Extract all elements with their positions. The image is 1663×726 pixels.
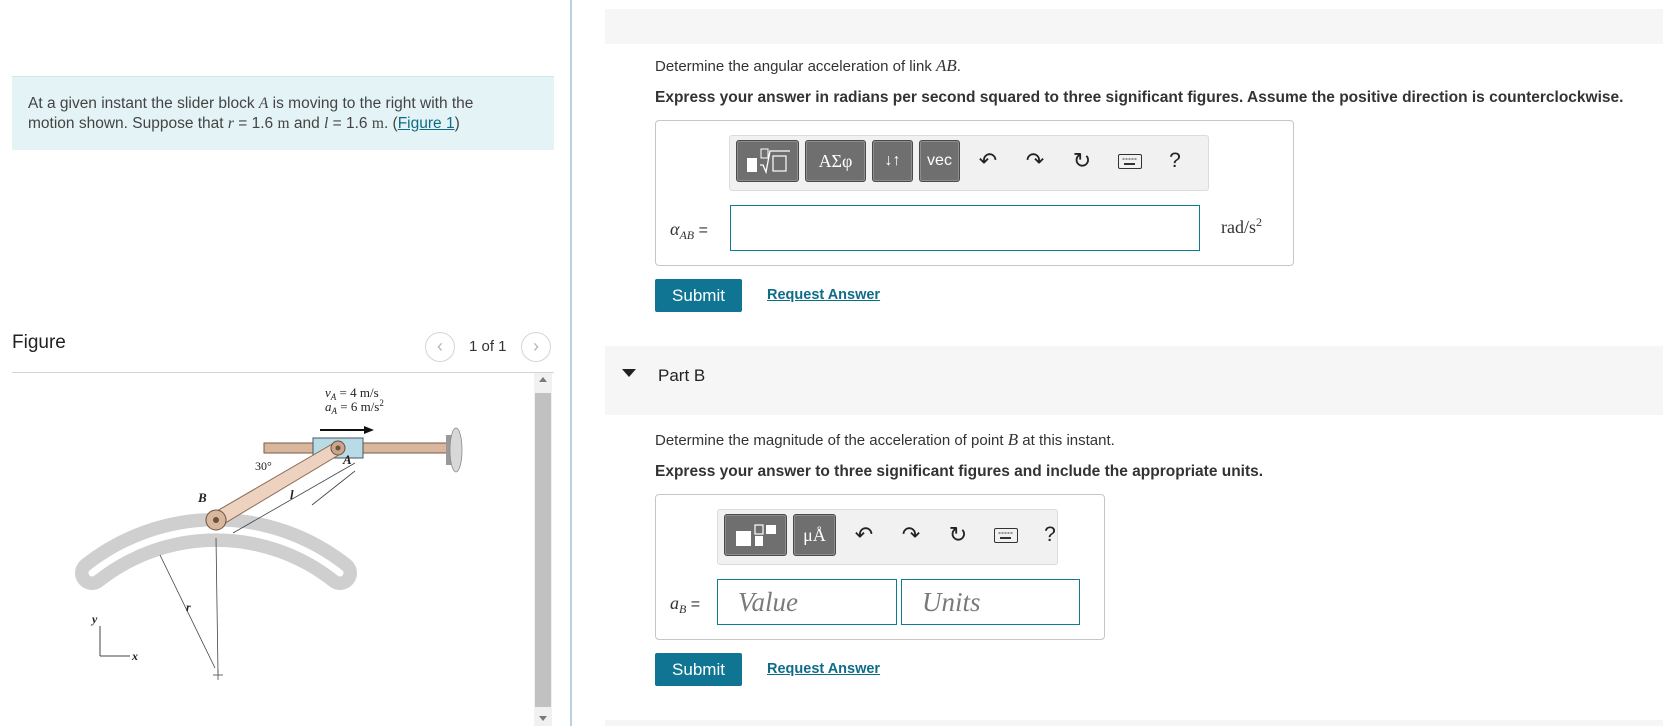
var-b: B	[1007, 430, 1019, 449]
panel-divider[interactable]	[570, 0, 572, 726]
caret-down-icon[interactable]	[622, 369, 636, 377]
redo-icon[interactable]: ↷	[1022, 148, 1048, 174]
help-icon[interactable]: ?	[1037, 522, 1063, 548]
intro-text: . (	[383, 115, 398, 132]
alpha-ab-input[interactable]	[730, 205, 1200, 251]
var-ab: AB	[936, 56, 957, 75]
value-units-template-icon	[735, 524, 776, 546]
length-l-label: l	[290, 487, 294, 502]
part-a-request-answer-link[interactable]: Request Answer	[767, 287, 880, 303]
point-b-label: B	[197, 490, 207, 505]
chevron-right-icon: ›	[533, 336, 539, 356]
wall	[449, 427, 463, 473]
math-toolbar: ΑΣφ ↓↑ vec ↶ ↷ ↻ ?	[729, 135, 1209, 191]
r-value: = 1.6	[233, 115, 278, 132]
part-a-submit-button[interactable]: Submit	[655, 279, 742, 312]
fraction-sqrt-template-icon	[746, 148, 790, 175]
value-input[interactable]	[717, 579, 897, 625]
part-b-instruction: Express your answer to three significant…	[655, 463, 1264, 480]
templates-button[interactable]	[736, 140, 799, 182]
intro-text: motion shown. Suppose that	[28, 115, 228, 132]
chevron-left-icon: ‹	[437, 336, 443, 356]
part-b-request-answer-link[interactable]: Request Answer	[767, 661, 880, 677]
keyboard-icon[interactable]	[1118, 154, 1142, 169]
dimension-line	[311, 470, 356, 506]
scroll-up-icon[interactable]	[539, 377, 547, 382]
var-a: A	[258, 95, 269, 112]
arrows-button[interactable]: ↓↑	[872, 140, 913, 182]
vector-button[interactable]: vec	[919, 140, 960, 182]
figure-image: vA = 4 m/s aA = 6 m/s2 30° B A l r y x	[12, 373, 532, 726]
l-value: = 1.6	[328, 115, 372, 132]
pin-a-center	[335, 445, 341, 451]
greek-button[interactable]: ΑΣφ	[805, 140, 866, 182]
intro-text: )	[454, 115, 460, 132]
keyboard-icon[interactable]	[994, 528, 1018, 543]
reset-icon[interactable]: ↻	[945, 522, 971, 548]
x-axis-label: x	[131, 649, 138, 663]
problem-intro: At a given instant the slider block A is…	[12, 76, 554, 150]
undo-icon[interactable]: ↶	[851, 522, 877, 548]
radius-r-label: r	[186, 600, 191, 614]
part-a-header	[605, 9, 1663, 44]
figure-title: Figure	[12, 332, 66, 353]
part-b-header[interactable]: Part B	[605, 346, 1663, 415]
value-units-button[interactable]	[724, 514, 787, 556]
figure-scrollbar[interactable]	[534, 373, 552, 726]
pin-b-center	[213, 517, 219, 523]
part-a-instruction: Express your answer in radians per secon…	[655, 89, 1624, 106]
units-input[interactable]	[901, 579, 1080, 625]
point-a-label: A	[342, 452, 352, 467]
unit-m: m	[371, 115, 384, 132]
part-a-answer-box: ΑΣφ ↓↑ vec ↶ ↷ ↻ ? αAB = rad/s2	[655, 120, 1294, 266]
figure-counter: 1 of 1	[469, 338, 507, 355]
figure-link[interactable]: Figure 1	[398, 115, 455, 132]
help-icon[interactable]: ?	[1162, 148, 1188, 174]
part-b-answer-box: μÅ ↶ ↷ ↻ ? aB =	[655, 494, 1105, 640]
units-button[interactable]: μÅ	[793, 514, 836, 556]
part-b-submit-button[interactable]: Submit	[655, 653, 742, 686]
intro-text: and	[289, 115, 325, 132]
mechanism-diagram: vA = 4 m/s aA = 6 m/s2 30° B A l r y x	[75, 385, 463, 680]
units-toolbar: μÅ ↶ ↷ ↻ ?	[717, 509, 1058, 565]
a-b-label: aB =	[670, 593, 701, 617]
alpha-ab-label: αAB =	[670, 219, 708, 243]
angle-label: 30°	[255, 459, 272, 473]
arrowhead	[364, 426, 374, 434]
reset-icon[interactable]: ↻	[1069, 148, 1095, 174]
unit-m: m	[277, 115, 290, 132]
y-axis-label: y	[90, 612, 98, 626]
part-a-prompt: Determine the angular acceleration of li…	[655, 56, 961, 75]
intro-text: At a given instant the slider block	[28, 95, 259, 112]
undo-icon[interactable]: ↶	[975, 148, 1001, 174]
figure-next-button[interactable]: ›	[521, 332, 551, 362]
intro-text: is moving to the right with the	[268, 95, 474, 112]
part-b-prompt: Determine the magnitude of the accelerat…	[655, 430, 1115, 449]
left-panel: At a given instant the slider block A is…	[0, 0, 572, 726]
redo-icon[interactable]: ↷	[898, 522, 924, 548]
scroll-thumb[interactable]	[535, 393, 551, 707]
link-ab	[209, 442, 343, 526]
scroll-down-icon[interactable]	[539, 716, 547, 721]
figure-prev-button[interactable]: ‹	[425, 332, 455, 362]
unit-rad-s2: rad/s2	[1221, 215, 1262, 237]
radius-line	[215, 537, 219, 674]
part-b-title: Part B	[658, 366, 706, 385]
part-c-header	[605, 720, 1663, 726]
